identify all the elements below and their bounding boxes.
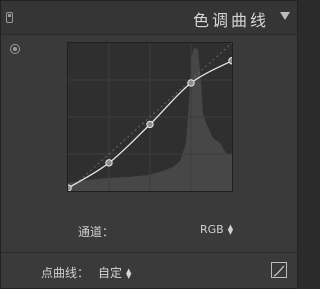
panel-switch-icon[interactable] xyxy=(6,12,13,23)
curve-point[interactable] xyxy=(68,184,72,191)
curve-point[interactable] xyxy=(146,120,154,129)
up-down-arrows-icon: ▲ ▼ xyxy=(227,223,234,236)
tone-curve-panel: 色调曲线 通道： RGB ▲ ▼ 点曲线： 自定 ▲ ▼ xyxy=(0,0,298,289)
edit-point-curve-glyph xyxy=(273,265,285,277)
triangle-down-icon[interactable] xyxy=(280,12,290,20)
point-curve-label: 点曲线： xyxy=(41,266,90,280)
divider xyxy=(1,252,297,253)
point-curve-value: 自定 xyxy=(98,266,123,280)
channel-value: RGB xyxy=(200,223,224,236)
curve-point[interactable] xyxy=(105,159,113,167)
channel-select[interactable]: RGB ▲ ▼ xyxy=(200,223,233,236)
point-curve-select[interactable]: 自定 ▲ ▼ xyxy=(98,264,131,281)
curve-point[interactable] xyxy=(228,57,232,65)
target-adjust-icon[interactable] xyxy=(10,44,20,54)
up-down-arrows-icon: ▲ ▼ xyxy=(126,266,132,280)
curve-graph[interactable] xyxy=(67,42,233,192)
curve-point[interactable] xyxy=(187,79,195,87)
curve-graph-svg[interactable] xyxy=(68,43,232,191)
panel-title: 色调曲线 xyxy=(192,11,269,30)
panel-header[interactable]: 色调曲线 xyxy=(1,1,297,35)
edit-point-curve-icon[interactable] xyxy=(271,262,287,278)
channel-label: 通道： xyxy=(78,225,115,239)
